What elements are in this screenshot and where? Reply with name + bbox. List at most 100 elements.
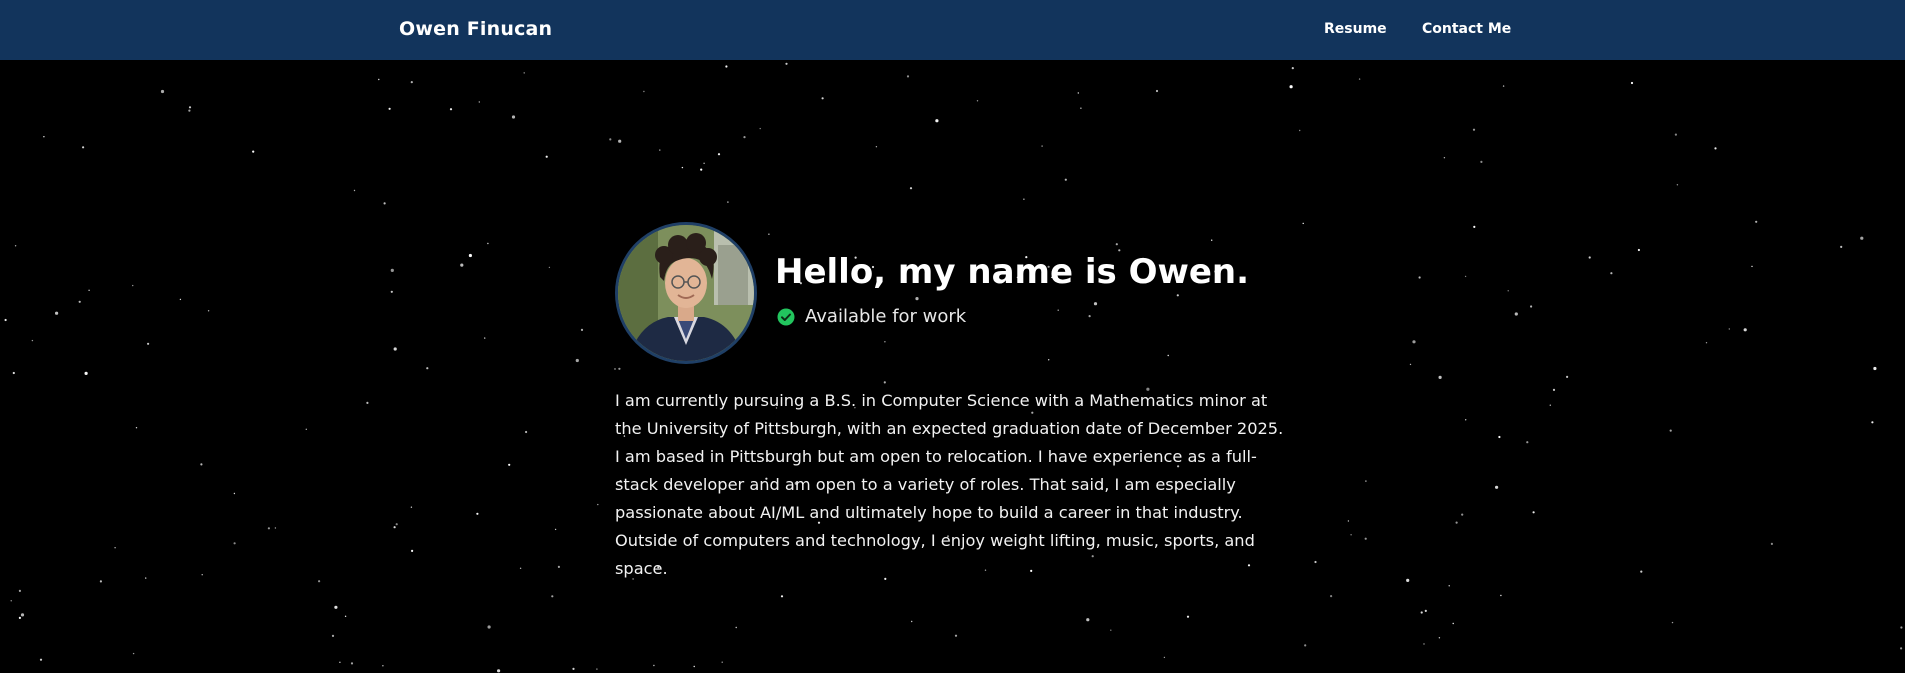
star-dot (906, 75, 910, 78)
star-dot (721, 661, 723, 663)
star-dot (1671, 621, 1674, 624)
star-dot (1064, 178, 1067, 181)
brand-logo-link[interactable]: Owen Finucan (399, 18, 552, 40)
star-dot (618, 139, 622, 143)
star-dot (785, 62, 788, 65)
star-dot (468, 253, 472, 258)
star-dot (14, 245, 17, 247)
star-dot (410, 81, 413, 84)
star-dot (935, 119, 939, 123)
star-dot (350, 662, 354, 665)
nav-contact-link[interactable]: Contact Me (1422, 21, 1511, 37)
star-dot (478, 101, 480, 103)
star-dot (717, 153, 721, 156)
star-dot (1077, 92, 1080, 94)
star-dot (915, 297, 919, 301)
nav-resume-link[interactable]: Resume (1324, 21, 1387, 37)
star-dot (725, 65, 728, 68)
greeting-heading: Hello, my name is Owen. (775, 252, 1250, 292)
star-dot (703, 162, 705, 164)
star-dot (1088, 315, 1091, 318)
star-dot (305, 428, 307, 430)
star-dot (1289, 85, 1293, 89)
star-dot (693, 665, 695, 668)
star-dot (1448, 585, 1450, 587)
star-dot (188, 109, 191, 112)
star-dot (390, 268, 394, 272)
star-dot (523, 72, 525, 74)
star-dot (545, 155, 548, 158)
star-dot (1755, 220, 1758, 223)
star-dot (884, 341, 886, 343)
profile-photo-illustration (618, 225, 754, 361)
star-dot (1302, 222, 1304, 225)
star-dot (1473, 225, 1476, 228)
availability-status: Available for work (777, 306, 966, 327)
star-dot (395, 523, 398, 526)
star-dot (1299, 129, 1301, 132)
star-dot (954, 634, 958, 637)
star-dot (318, 580, 321, 583)
star-dot (200, 463, 203, 466)
star-dot (487, 625, 491, 629)
star-dot (339, 661, 341, 663)
star-dot (1420, 611, 1423, 614)
star-dot (1041, 145, 1043, 147)
star-dot (383, 202, 386, 205)
star-dot (525, 430, 528, 434)
star-dot (201, 574, 203, 576)
star-dot (147, 342, 150, 345)
star-dot (390, 290, 393, 293)
star-dot (4, 318, 7, 322)
star-dot (114, 547, 116, 549)
star-dot (508, 463, 511, 466)
star-dot (1211, 239, 1213, 241)
star-dot (353, 189, 356, 192)
star-dot (1743, 328, 1747, 332)
star-dot (575, 358, 579, 363)
star-dot (179, 298, 182, 301)
star-dot (233, 542, 236, 545)
star-dot (55, 311, 59, 315)
star-dot (821, 97, 824, 100)
star-dot (768, 233, 770, 235)
star-dot (1669, 429, 1672, 432)
star-dot (554, 528, 557, 531)
star-dot (252, 150, 255, 153)
star-dot (18, 616, 21, 620)
star-dot (1465, 419, 1467, 421)
star-dot (580, 328, 584, 331)
star-dot (1472, 128, 1476, 131)
star-dot (1532, 511, 1535, 514)
star-dot (875, 146, 878, 148)
star-dot (780, 595, 784, 598)
star-dot (378, 78, 380, 81)
star-dot (1566, 375, 1569, 378)
star-dot (1871, 421, 1874, 424)
star-dot (88, 289, 90, 291)
star-dot (1873, 366, 1877, 371)
star-dot (1507, 290, 1509, 292)
star-dot (1443, 157, 1446, 159)
star-dot (1514, 312, 1518, 316)
star-dot (460, 263, 464, 267)
star-dot (1418, 276, 1421, 279)
star-dot (1500, 594, 1502, 597)
star-dot (160, 89, 165, 94)
star-dot (497, 669, 501, 673)
star-dot (487, 242, 489, 245)
star-dot (1176, 294, 1179, 297)
bio-paragraph: I am currently pursuing a B.S. in Comput… (615, 391, 1284, 578)
page: Owen Finucan Resume Contact Me Hello, my… (0, 0, 1905, 673)
star-dot (1637, 248, 1640, 252)
availability-status-label: Available for work (805, 306, 967, 327)
star-dot (1455, 521, 1458, 524)
navbar: Owen Finucan Resume Contact Me (0, 0, 1905, 60)
star-dot (1365, 480, 1367, 482)
star-dot (1676, 184, 1679, 186)
star-dot (1086, 618, 1090, 622)
star-dot (643, 90, 645, 93)
star-dot (1423, 643, 1425, 645)
profile-photo-avatar (615, 222, 757, 364)
star-dot (1115, 243, 1118, 246)
